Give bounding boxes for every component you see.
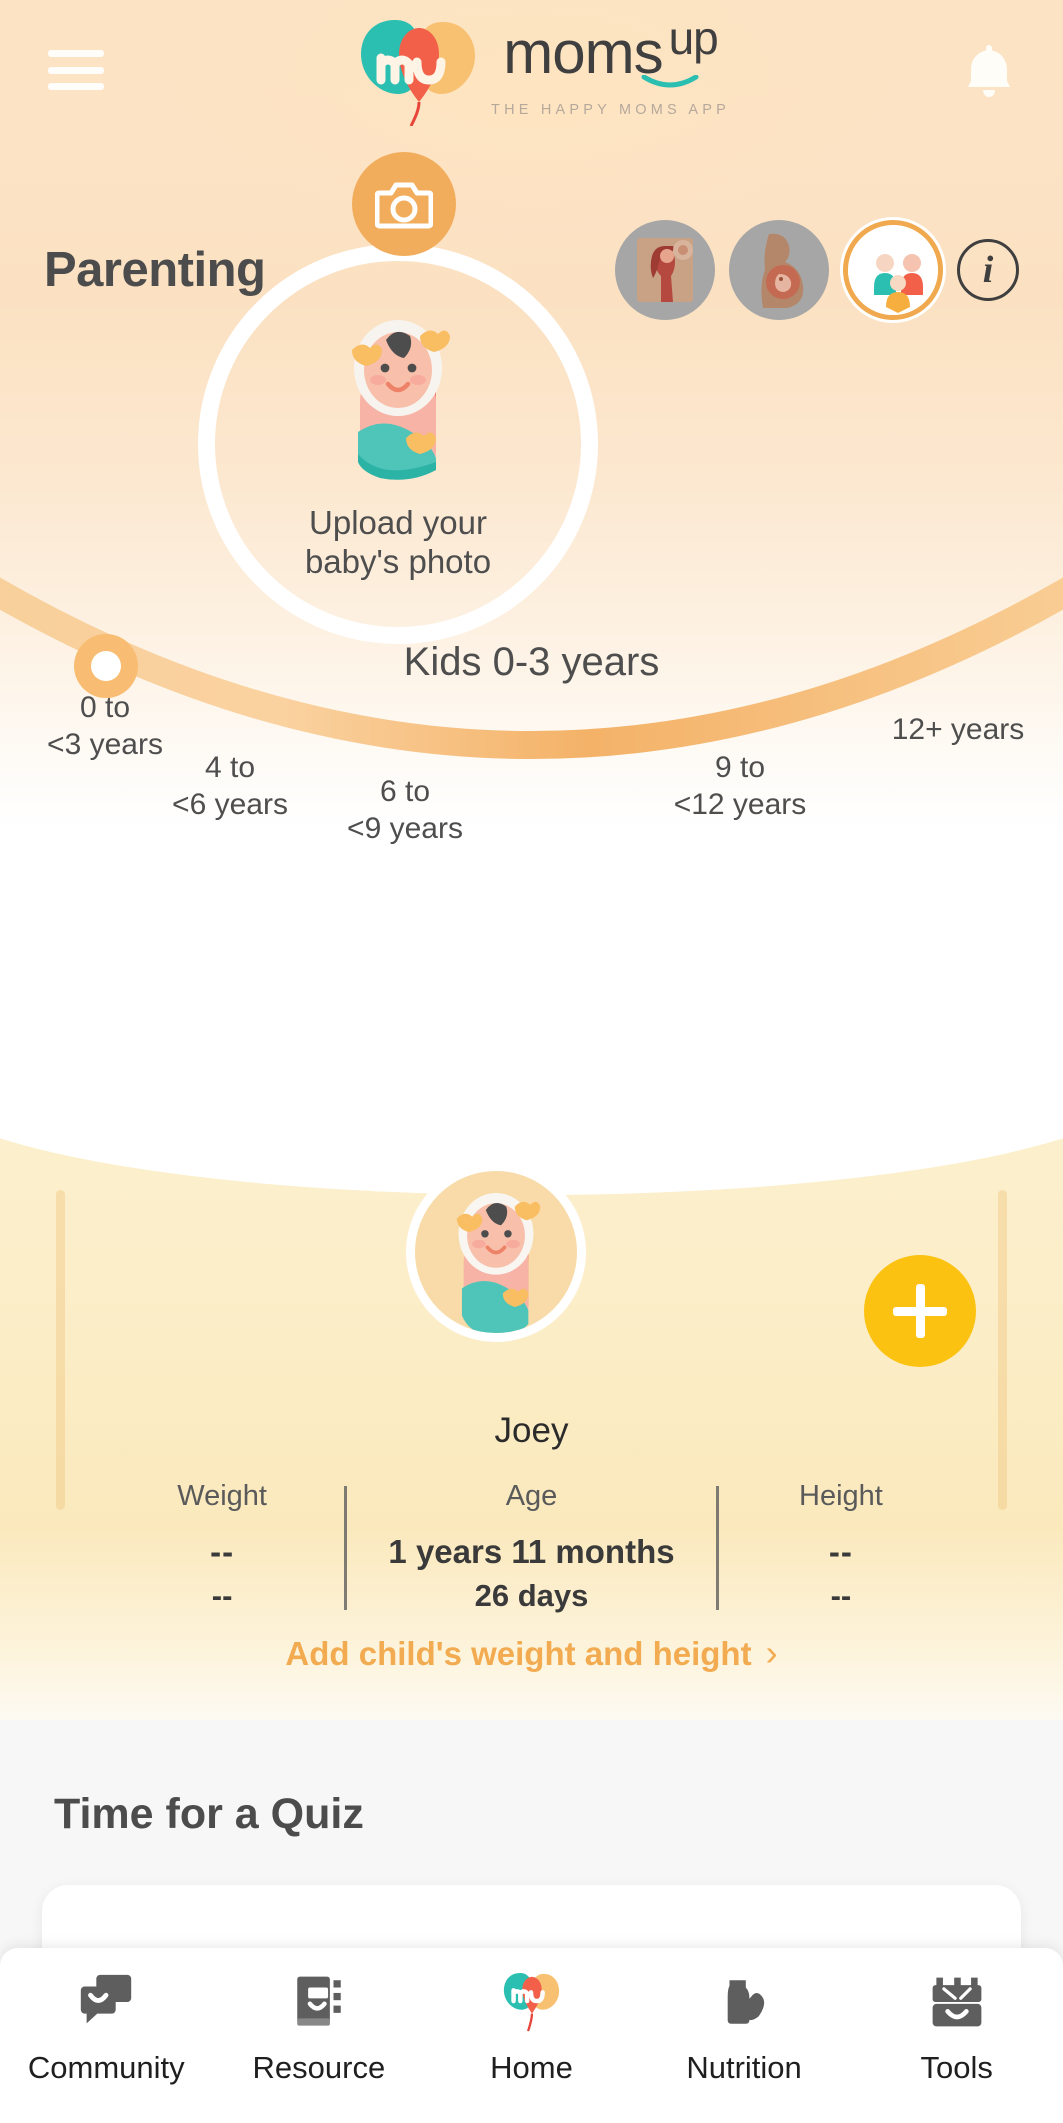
app-header: moms up THE HAPPY MOMS APP — [0, 0, 1063, 140]
metric-age-sub: 26 days — [474, 1577, 589, 1613]
info-icon[interactable]: i — [957, 239, 1019, 301]
age-tick-9-12[interactable]: 9 to <12 years — [645, 750, 835, 823]
stage-icon-pregnancy[interactable] — [729, 220, 829, 320]
nav-label-home: Home — [490, 2050, 573, 2085]
nav-item-resource[interactable]: Resource — [219, 1970, 419, 2086]
baby-illustration-icon — [352, 320, 450, 480]
age-selector-knob[interactable] — [62, 622, 150, 710]
stage-icon-trying-to-conceive[interactable] — [615, 220, 715, 320]
age-tick-4-6[interactable]: 4 to <6 years — [135, 750, 325, 823]
age-tick-6-9[interactable]: 6 to <9 years — [310, 774, 500, 847]
baby-avatar-icon — [456, 1192, 541, 1333]
page-title-row: Parenting i — [0, 220, 1063, 320]
nav-label-community: Community — [27, 2050, 185, 2085]
bottom-navigation: Community Resource Home Nutrition Tools — [0, 1948, 1063, 2123]
brand-smile-icon — [641, 74, 698, 87]
stage-icon-parenting[interactable] — [843, 220, 943, 320]
metric-age-value: 1 years 11 months — [388, 1533, 675, 1570]
add-weight-height-label: Add child's weight and height — [285, 1635, 752, 1672]
metric-age: Age 1 years 11 months 26 days — [347, 1480, 717, 1614]
brand-tagline: THE HAPPY MOMS APP — [491, 101, 730, 118]
hamburger-menu-icon[interactable] — [48, 47, 104, 93]
child-metrics: Weight -- -- Age 1 years 11 months 26 da… — [100, 1480, 963, 1614]
add-weight-height-link[interactable]: Add child's weight and height › — [0, 1632, 1063, 1674]
brand-logo: moms up THE HAPPY MOMS APP — [355, 14, 730, 127]
nav-label-tools: Tools — [920, 2050, 993, 2085]
momsup-balloon-logo-icon — [355, 14, 483, 127]
age-tick-4-6-line2: <6 years — [172, 787, 288, 821]
metric-height-label: Height — [799, 1480, 883, 1512]
metric-height: Height -- -- — [719, 1480, 963, 1614]
age-range-current-label: Kids 0-3 years — [403, 640, 660, 684]
nav-item-tools[interactable]: Tools — [857, 1970, 1057, 2086]
toolbox-icon — [925, 1970, 989, 2034]
age-tick-6-9-line1: 6 to — [379, 775, 431, 808]
metric-weight-value: -- — [210, 1533, 235, 1570]
brand-text-block: moms up THE HAPPY MOMS APP — [491, 15, 730, 118]
momsup-logo-icon — [499, 1970, 563, 2034]
chat-bubbles-icon — [74, 1970, 138, 2034]
stage-selector: i — [615, 220, 1019, 320]
metric-age-label: Age — [505, 1480, 558, 1512]
upload-photo-label-line2: baby's photo — [304, 543, 492, 580]
nav-item-home[interactable]: Home — [431, 1970, 631, 2086]
age-tick-12-plus-line1: 12+ years — [891, 713, 1025, 746]
book-icon — [287, 1970, 351, 2034]
age-tick-9-12-line2: <12 years — [673, 787, 807, 821]
brand-wordmark: moms up — [503, 15, 719, 86]
metric-weight-sub: -- — [211, 1577, 233, 1613]
metric-height-sub: -- — [830, 1577, 852, 1613]
app-root: moms up THE HAPPY MOMS APP Parenting i U… — [0, 0, 1063, 2123]
nav-item-community[interactable]: Community — [6, 1970, 206, 2086]
upload-photo-label: Upload your baby's photo — [305, 504, 491, 582]
child-name: Joey — [494, 1411, 569, 1450]
metric-height-value: -- — [828, 1533, 853, 1570]
nav-label-nutrition: Nutrition — [686, 2050, 802, 2085]
nav-item-nutrition[interactable]: Nutrition — [644, 1970, 844, 2086]
age-tick-4-6-line1: 4 to — [204, 751, 256, 784]
food-icon — [712, 1970, 776, 2034]
age-range-ticks: 0 to <3 years 4 to <6 years 6 to <9 year… — [0, 690, 1063, 845]
card-rail-right — [998, 1190, 1007, 1510]
quiz-section-title: Time for a Quiz — [54, 1790, 364, 1838]
metric-weight: Weight -- -- — [100, 1480, 344, 1614]
nav-label-resource: Resource — [252, 2050, 386, 2085]
chevron-right-icon: › — [765, 1632, 778, 1673]
age-tick-12-plus[interactable]: 12+ years — [858, 712, 1058, 749]
add-child-button[interactable] — [864, 1255, 976, 1367]
brand-name: moms — [503, 18, 663, 86]
card-rail-left — [56, 1190, 65, 1510]
child-avatar[interactable] — [406, 1162, 586, 1342]
page-title: Parenting — [44, 243, 266, 297]
metric-weight-label: Weight — [177, 1480, 267, 1512]
bell-icon[interactable] — [963, 41, 1015, 99]
upload-photo-label-line1: Upload your — [309, 504, 487, 542]
age-tick-9-12-line1: 9 to — [714, 751, 766, 784]
brand-name-suffix: up — [668, 11, 719, 64]
age-tick-6-9-line2: <9 years — [347, 811, 463, 845]
